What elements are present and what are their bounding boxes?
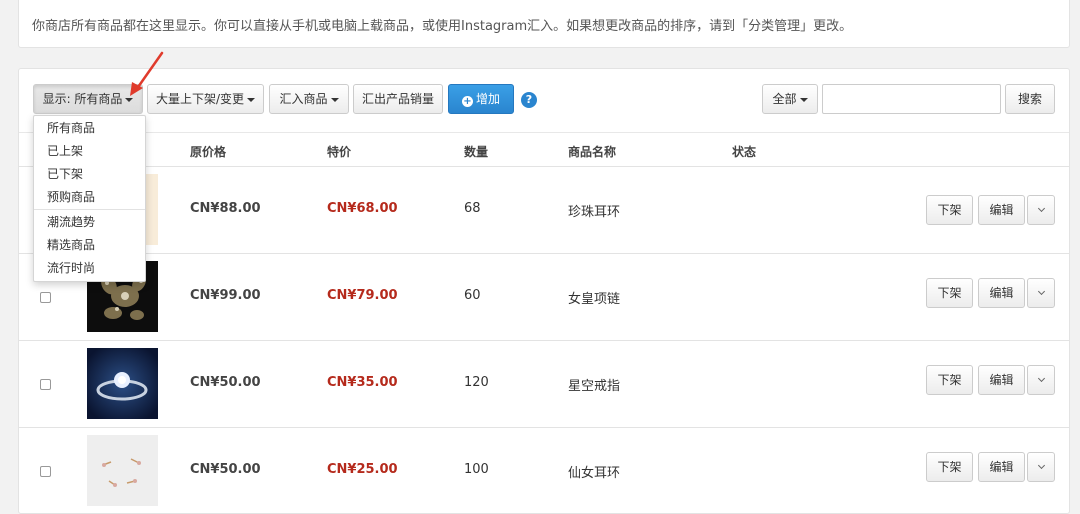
- chevron-down-icon: [1037, 461, 1045, 470]
- unlist-button[interactable]: 下架: [926, 452, 973, 482]
- special-price: CN¥35.00: [327, 375, 398, 390]
- quantity: 100: [464, 462, 489, 477]
- table-row: CN¥88.00 CN¥68.00 68 珍珠耳环 下架 编辑: [19, 166, 1069, 253]
- chevron-down-icon: [1037, 287, 1045, 296]
- dropdown-item-preorder[interactable]: 预购商品: [34, 186, 145, 209]
- caret-down-icon: [330, 97, 339, 102]
- edit-button[interactable]: 编辑: [978, 195, 1025, 225]
- product-thumbnail-fairy-earrings: [87, 435, 158, 506]
- dropdown-item-unlisted[interactable]: 已下架: [34, 163, 145, 186]
- annotation-arrow-icon: [130, 51, 164, 96]
- unlist-button[interactable]: 下架: [926, 278, 973, 308]
- table-row: CN¥50.00 CN¥25.00 100 仙女耳环 下架 编辑: [19, 427, 1069, 514]
- caret-down-icon: [799, 97, 808, 102]
- row-checkbox[interactable]: [40, 466, 51, 477]
- original-price: CN¥88.00: [190, 201, 261, 216]
- special-price: CN¥79.00: [327, 288, 398, 303]
- search-button[interactable]: 搜索: [1005, 84, 1055, 114]
- special-price: CN¥25.00: [327, 462, 398, 477]
- info-notice: 你商店所有商品都在这里显示。你可以直接从手机或电脑上载商品，或使用Instagr…: [18, 0, 1070, 48]
- header-special-price: 特价: [327, 145, 352, 159]
- dropdown-item-fashion[interactable]: 流行时尚: [34, 257, 145, 280]
- product-name: 珍珠耳环: [568, 205, 621, 220]
- notice-text: 你商店所有商品都在这里显示。你可以直接从手机或电脑上载商品，或使用Instagr…: [32, 19, 853, 34]
- row-menu-button[interactable]: [1027, 365, 1055, 395]
- quantity: 120: [464, 375, 489, 390]
- search-input[interactable]: [822, 84, 1001, 114]
- product-name: 仙女耳环: [568, 466, 621, 481]
- original-price: CN¥50.00: [190, 462, 261, 477]
- bulk-edit-label: 大量上下架/变更: [155, 92, 245, 106]
- edit-button[interactable]: 编辑: [978, 365, 1025, 395]
- help-icon[interactable]: ?: [521, 92, 537, 108]
- row-menu-button[interactable]: [1027, 452, 1055, 482]
- row-menu-button[interactable]: [1027, 278, 1055, 308]
- add-product-label: 增加: [475, 92, 500, 106]
- caret-down-icon: [247, 97, 256, 102]
- table-row: CN¥99.00 CN¥79.00 60 女皇项链 下架 编辑: [19, 253, 1069, 340]
- display-filter-dropdown: 所有商品 已上架 已下架 预购商品 潮流趋势 精选商品 流行时尚: [33, 115, 146, 282]
- chevron-down-icon: [1037, 374, 1045, 383]
- import-button[interactable]: 汇入商品: [269, 84, 349, 114]
- quantity: 60: [464, 288, 481, 303]
- dropdown-item-all[interactable]: 所有商品: [34, 117, 145, 140]
- unlist-button[interactable]: 下架: [926, 365, 973, 395]
- edit-button[interactable]: 编辑: [978, 452, 1025, 482]
- import-label: 汇入商品: [279, 92, 328, 106]
- filter-all-label: 全部: [772, 92, 797, 106]
- edit-button[interactable]: 编辑: [978, 278, 1025, 308]
- row-menu-button[interactable]: [1027, 195, 1055, 225]
- header-product-name: 商品名称: [568, 145, 617, 159]
- product-thumbnail-star-ring: [87, 348, 158, 419]
- products-panel: 显示: 所有商品 大量上下架/变更 汇入商品 汇出产品销量 + 增加 ? 全部 搜…: [18, 68, 1070, 514]
- export-sales-button[interactable]: 汇出产品销量: [353, 84, 443, 114]
- chevron-down-icon: [1037, 204, 1045, 213]
- product-name: 女皇项链: [568, 292, 621, 307]
- search-button-label: 搜索: [1017, 92, 1042, 106]
- original-price: CN¥50.00: [190, 375, 261, 390]
- dropdown-item-trending[interactable]: 潮流趋势: [34, 211, 145, 234]
- display-filter-label: 显示: 所有商品: [42, 92, 123, 106]
- row-checkbox[interactable]: [40, 292, 51, 303]
- table-row: CN¥50.00 CN¥35.00 120 星空戒指 下架 编辑: [19, 340, 1069, 427]
- header-status: 状态: [732, 145, 757, 159]
- original-price: CN¥99.00: [190, 288, 261, 303]
- export-sales-label: 汇出产品销量: [361, 92, 434, 106]
- filter-all-button[interactable]: 全部: [762, 84, 818, 114]
- header-original-price: 原价格: [190, 145, 227, 159]
- row-checkbox[interactable]: [40, 379, 51, 390]
- special-price: CN¥68.00: [327, 201, 398, 216]
- header-quantity: 数量: [464, 145, 489, 159]
- add-product-button[interactable]: + 增加: [448, 84, 514, 114]
- toolbar-divider: [19, 132, 1069, 133]
- unlist-button[interactable]: 下架: [926, 195, 973, 225]
- dropdown-item-featured[interactable]: 精选商品: [34, 234, 145, 257]
- plus-circle-icon: +: [461, 96, 473, 107]
- product-name: 星空戒指: [568, 379, 621, 394]
- dropdown-item-listed[interactable]: 已上架: [34, 140, 145, 163]
- quantity: 68: [464, 201, 481, 216]
- dropdown-divider: [34, 209, 145, 210]
